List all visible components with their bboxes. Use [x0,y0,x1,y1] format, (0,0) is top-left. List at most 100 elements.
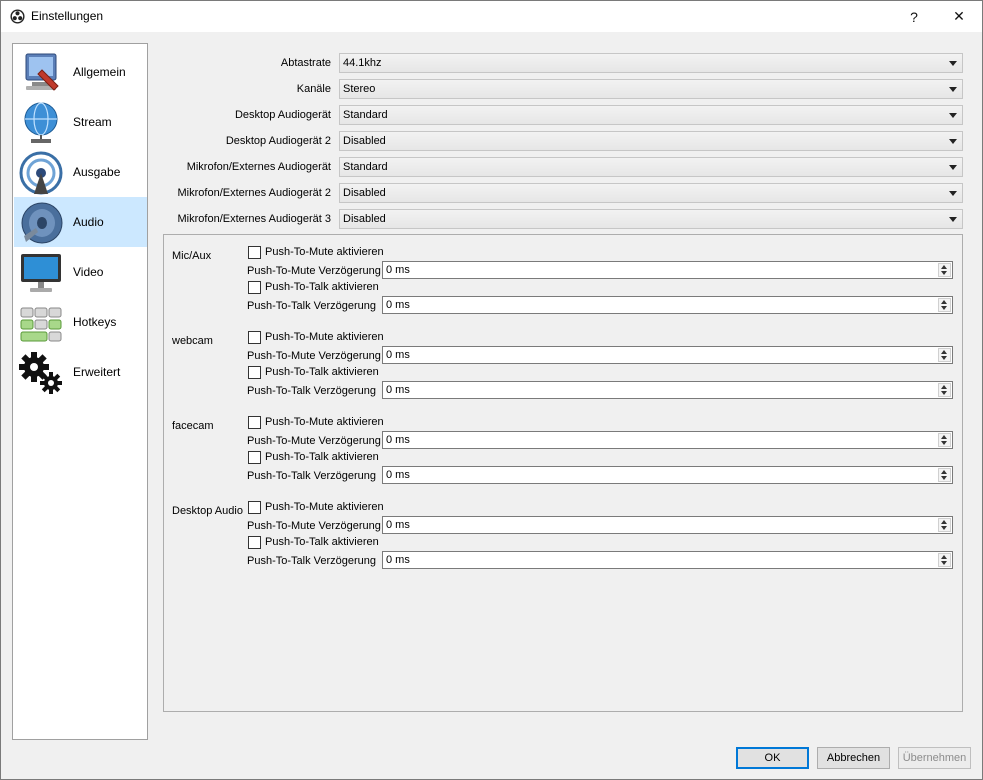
push-to-mute-delay-spinbox[interactable]: 0 ms [382,431,953,449]
chevron-down-icon [949,87,957,92]
push-to-mute-delay-spinbox[interactable]: 0 ms [382,261,953,279]
chevron-down-icon [949,139,957,144]
checkbox-box[interactable] [248,331,261,344]
checkbox-box[interactable] [248,536,261,549]
spin-buttons[interactable] [938,518,951,532]
spin-buttons[interactable] [938,348,951,362]
spin-up-icon[interactable] [941,435,947,439]
output-broadcast-icon [19,151,63,195]
audio-speaker-icon [21,202,63,244]
device-name: Mic/Aux [172,250,212,262]
device-name: webcam [172,335,213,347]
push-to-talk-delay-spinbox[interactable]: 0 ms [382,466,953,484]
spin-down-icon[interactable] [941,441,947,445]
push-to-talk-delay-label: Push-To-Talk Verzögerung [247,555,377,567]
mic-audio-3-select[interactable]: Disabled [339,209,963,229]
sidebar-item-hotkeys[interactable]: Hotkeys [14,297,147,347]
checkbox-box[interactable] [248,501,261,514]
sidebar-item-stream[interactable]: Stream [14,97,147,147]
apply-button[interactable]: Übernehmen [898,747,971,769]
device-name: facecam [172,420,214,432]
video-monitor-icon [21,254,61,292]
spin-down-icon[interactable] [941,306,947,310]
spin-down-icon[interactable] [941,476,947,480]
channels-label: Kanäle [296,83,331,95]
settings-window: Einstellungen ? ✕ Allgemein Stream Ausga… [0,0,983,780]
spin-up-icon[interactable] [941,385,947,389]
sidebar-item-output[interactable]: Ausgabe [14,147,147,197]
spin-buttons[interactable] [938,468,951,482]
spin-buttons[interactable] [938,553,951,567]
hotkeys-keyboard-icon [20,307,62,342]
obs-logo-icon [10,9,25,24]
push-to-mute-delay-spinbox[interactable]: 0 ms [382,346,953,364]
sidebar-item-advanced[interactable]: Erweitert [14,347,147,397]
mic-audio-select[interactable]: Standard [339,157,963,177]
sample-rate-label: Abtastrate [280,57,331,69]
push-to-mute-delay-spinbox[interactable]: 0 ms [382,516,953,534]
close-button[interactable]: ✕ [936,1,982,32]
spin-buttons[interactable] [938,298,951,312]
spin-down-icon[interactable] [941,561,947,565]
sample-rate-select[interactable]: 44.1khz [339,53,963,73]
advanced-gears-icon [19,352,62,394]
checkbox-box[interactable] [248,416,261,429]
sidebar-item-label: Erweitert [73,365,121,379]
spin-up-icon[interactable] [941,520,947,524]
title-bar[interactable]: Einstellungen ? ✕ [1,1,982,32]
sidebar-item-video[interactable]: Video [14,247,147,297]
mic-audio-3-label: Mikrofon/Externes Audiogerät 3 [177,213,331,225]
push-to-mute-delay-label: Push-To-Mute Verzögerung [247,265,381,277]
device-name: Desktop Audio [172,505,243,517]
settings-sidebar: Allgemein Stream Ausgabe Audio Video Hot… [12,43,148,740]
push-to-talk-delay-label: Push-To-Talk Verzögerung [247,470,377,482]
help-button[interactable]: ? [891,1,937,32]
spin-down-icon[interactable] [941,271,947,275]
sidebar-item-label: Video [73,265,104,279]
sidebar-item-label: Allgemein [73,65,126,79]
window-title: Einstellungen [31,9,104,23]
sidebar-item-label: Audio [73,215,104,229]
checkbox-box[interactable] [248,451,261,464]
checkbox-box[interactable] [248,281,261,294]
push-to-talk-delay-label: Push-To-Talk Verzögerung [247,300,377,312]
spin-buttons[interactable] [938,383,951,397]
mic-audio-2-select[interactable]: Disabled [339,183,963,203]
checkbox-box[interactable] [248,246,261,259]
sidebar-item-general[interactable]: Allgemein [14,47,147,97]
cancel-button[interactable]: Abbrechen [817,747,890,769]
spin-down-icon[interactable] [941,526,947,530]
push-to-mute-delay-label: Push-To-Mute Verzögerung [247,350,381,362]
push-to-talk-delay-spinbox[interactable]: 0 ms [382,296,953,314]
spin-up-icon[interactable] [941,350,947,354]
chevron-down-icon [949,61,957,66]
sidebar-item-audio[interactable]: Audio [14,197,147,247]
chevron-down-icon [949,191,957,196]
spin-up-icon[interactable] [941,555,947,559]
spin-buttons[interactable] [938,433,951,447]
mic-audio-label: Mikrofon/Externes Audiogerät [186,161,331,173]
ok-button[interactable]: OK [736,747,809,769]
mic-audio-2-label: Mikrofon/Externes Audiogerät 2 [177,187,331,199]
desktop-audio-label: Desktop Audiogerät [234,109,331,121]
channels-select[interactable]: Stereo [339,79,963,99]
spin-up-icon[interactable] [941,300,947,304]
push-to-talk-delay-spinbox[interactable]: 0 ms [382,551,953,569]
desktop-audio-2-label: Desktop Audiogerät 2 [225,135,331,147]
push-to-mute-delay-label: Push-To-Mute Verzögerung [247,435,381,447]
spin-up-icon[interactable] [941,470,947,474]
desktop-audio-2-select[interactable]: Disabled [339,131,963,151]
chevron-down-icon [949,217,957,222]
stream-globe-icon [24,102,58,143]
checkbox-box[interactable] [248,366,261,379]
spin-down-icon[interactable] [941,391,947,395]
spin-down-icon[interactable] [941,356,947,360]
push-to-talk-delay-spinbox[interactable]: 0 ms [382,381,953,399]
chevron-down-icon [949,113,957,118]
desktop-audio-select[interactable]: Standard [339,105,963,125]
spin-up-icon[interactable] [941,265,947,269]
push-to-talk-delay-label: Push-To-Talk Verzögerung [247,385,377,397]
general-settings-icon [25,53,59,91]
spin-buttons[interactable] [938,263,951,277]
push-to-mute-delay-label: Push-To-Mute Verzögerung [247,520,381,532]
